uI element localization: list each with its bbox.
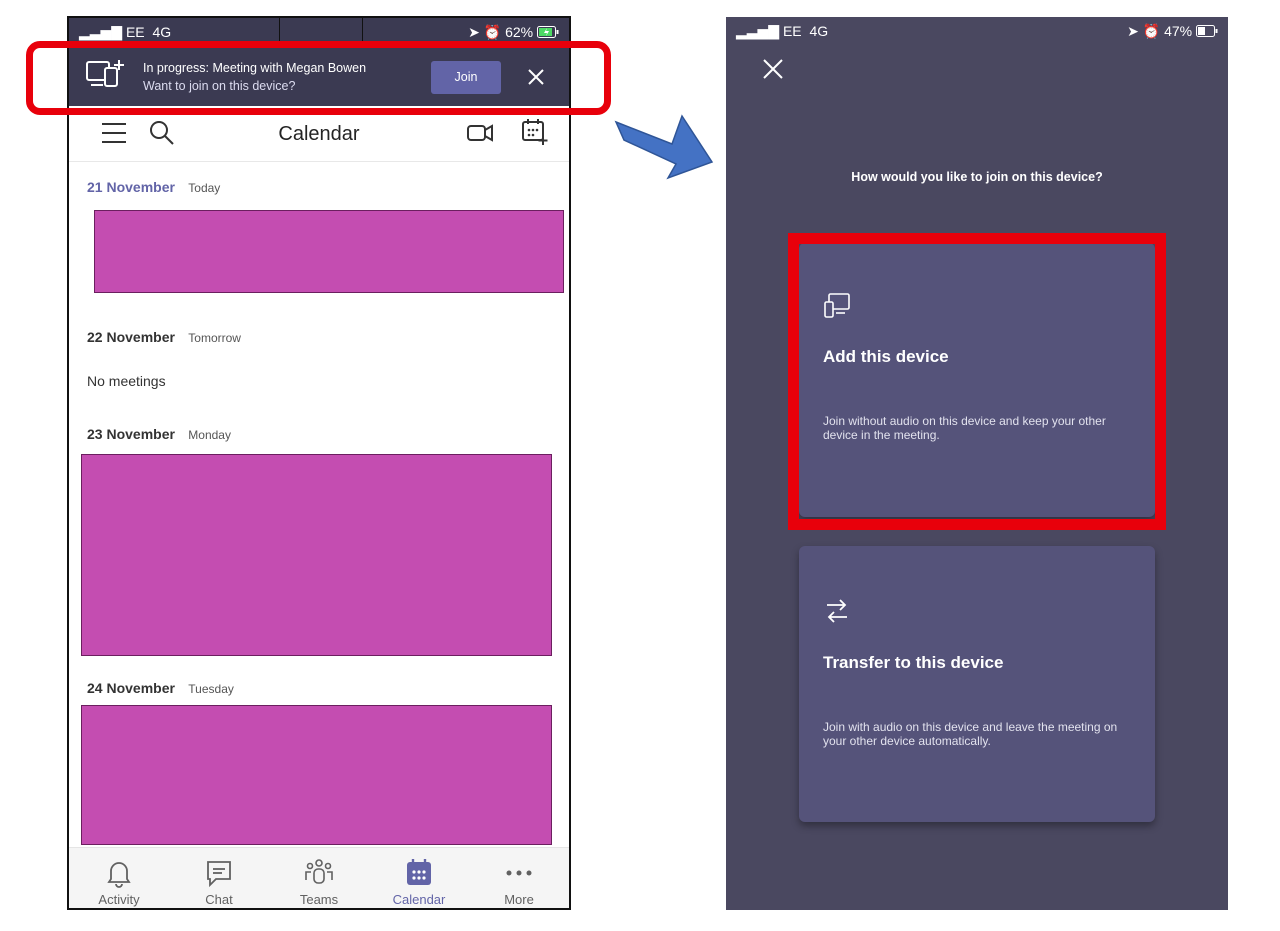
day-relative: Monday bbox=[188, 428, 231, 442]
alarm-icon: ⏰ bbox=[483, 24, 502, 40]
carrier-info: ▂▃▅▇ EE 4G bbox=[79, 24, 171, 41]
tab-label: Activity bbox=[98, 892, 140, 907]
tab-label: More bbox=[504, 892, 534, 907]
signal-icon: ▂▃▅▇ bbox=[736, 23, 780, 39]
day-header: 22 November Tomorrow bbox=[87, 329, 241, 347]
chat-icon bbox=[207, 861, 231, 888]
day-date: 21 November bbox=[87, 179, 175, 195]
network-type: 4G bbox=[809, 23, 829, 39]
bell-icon bbox=[107, 862, 131, 888]
calendar-phone-screen: ▂▃▅▇ EE 4G ➤ ⏰ 62% In progress: Meeting … bbox=[67, 16, 571, 910]
meeting-block[interactable] bbox=[81, 705, 552, 845]
option-highlight-box bbox=[788, 233, 1166, 530]
meeting-block[interactable] bbox=[94, 210, 564, 293]
tab-label: Calendar bbox=[392, 892, 446, 907]
day-header: 23 November Monday bbox=[87, 426, 231, 444]
carrier-name: EE bbox=[782, 23, 802, 39]
status-right: ➤ ⏰ 47% bbox=[1127, 23, 1218, 40]
meeting-block[interactable] bbox=[81, 454, 552, 656]
more-icon bbox=[506, 870, 532, 876]
bottom-tab-bar: Activity Chat Teams Calendar More bbox=[69, 847, 569, 908]
no-meetings-text: No meetings bbox=[87, 373, 166, 389]
day-header: 24 November Tuesday bbox=[87, 680, 234, 698]
battery-charging-icon bbox=[537, 26, 559, 38]
option-title: Transfer to this device bbox=[823, 653, 1004, 672]
new-event-icon[interactable] bbox=[521, 118, 549, 146]
network-type: 4G bbox=[152, 24, 172, 40]
day-relative: Tomorrow bbox=[188, 331, 241, 345]
carrier-info: ▂▃▅▇ EE 4G bbox=[736, 23, 828, 40]
status-right: ➤ ⏰ 62% bbox=[468, 24, 559, 41]
tab-chat[interactable]: Chat bbox=[169, 848, 269, 908]
close-icon[interactable] bbox=[762, 58, 784, 80]
join-question: How would you like to join on this devic… bbox=[851, 170, 1103, 184]
banner-highlight-box bbox=[26, 41, 611, 115]
battery-icon bbox=[1196, 25, 1218, 37]
right-arrow-icon bbox=[614, 114, 714, 180]
tab-calendar[interactable]: Calendar bbox=[369, 848, 469, 908]
day-date: 23 November bbox=[87, 426, 175, 442]
camera-notch bbox=[279, 18, 363, 42]
day-date: 24 November bbox=[87, 680, 175, 696]
battery-percent: 47% bbox=[1164, 23, 1193, 39]
location-icon: ➤ bbox=[468, 24, 480, 40]
option-description: Join with audio on this device and leave… bbox=[823, 720, 1118, 748]
day-date: 22 November bbox=[87, 329, 175, 345]
tab-more[interactable]: More bbox=[469, 848, 569, 908]
tab-activity[interactable]: Activity bbox=[69, 848, 169, 908]
transfer-arrows-icon bbox=[827, 599, 847, 623]
carrier-name: EE bbox=[125, 24, 145, 40]
meet-now-icon[interactable] bbox=[465, 120, 495, 146]
transfer-device-option[interactable]: Transfer to this device Join with audio … bbox=[799, 546, 1155, 822]
signal-icon: ▂▃▅▇ bbox=[79, 24, 123, 40]
day-relative: Today bbox=[188, 181, 221, 195]
tab-teams[interactable]: Teams bbox=[269, 848, 369, 908]
battery-percent: 62% bbox=[505, 24, 534, 40]
calendar-icon bbox=[407, 859, 431, 885]
day-header: 21 November Today bbox=[87, 179, 220, 197]
day-relative: Tuesday bbox=[188, 682, 234, 696]
alarm-icon: ⏰ bbox=[1142, 23, 1161, 39]
tab-label: Teams bbox=[299, 892, 339, 907]
tab-label: Chat bbox=[205, 892, 233, 907]
location-icon: ➤ bbox=[1127, 23, 1139, 39]
join-options-screen: ▂▃▅▇ EE 4G ➤ ⏰ 47% How would you like to… bbox=[726, 17, 1228, 910]
teams-icon bbox=[305, 859, 333, 884]
status-bar: ▂▃▅▇ EE 4G ➤ ⏰ 47% bbox=[726, 17, 1228, 45]
